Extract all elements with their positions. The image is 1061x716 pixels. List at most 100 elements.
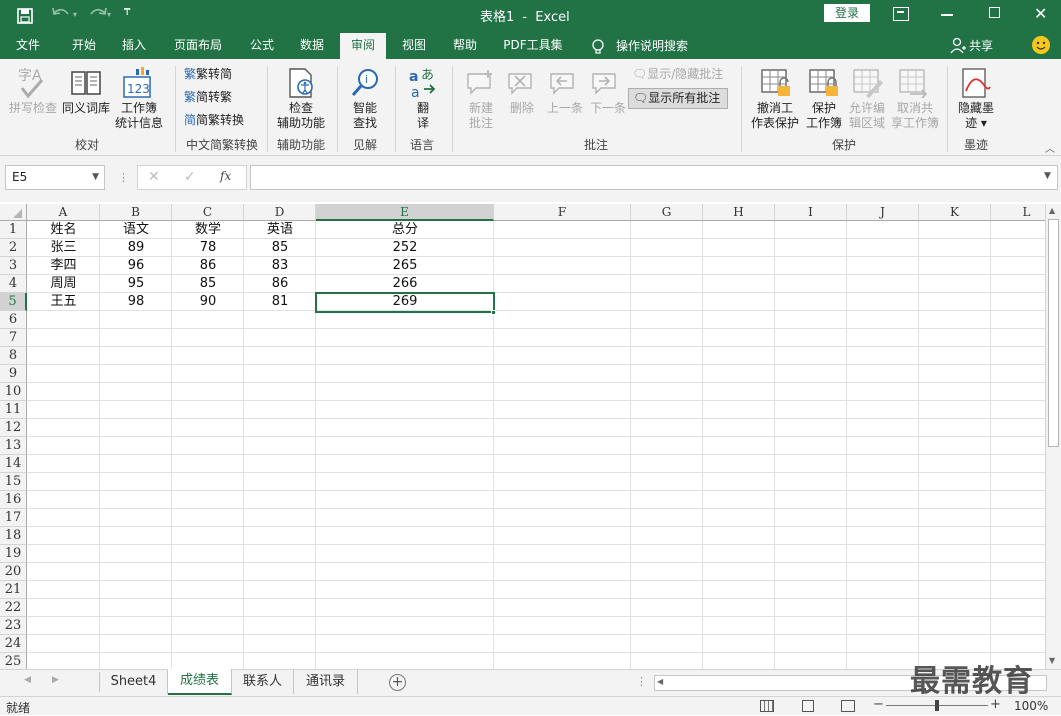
- tab-pdf-tools[interactable]: PDF工具集: [498, 33, 568, 59]
- scroll-up-icon[interactable]: ▲: [1049, 206, 1055, 215]
- row-header[interactable]: 22: [0, 599, 27, 617]
- redo-dropdown-icon[interactable]: ▾: [107, 10, 111, 19]
- smiley-icon[interactable]: [1032, 36, 1050, 54]
- simp-to-trad-button[interactable]: 繁简转繁: [184, 90, 244, 105]
- more-options-icon[interactable]: ⋮: [118, 171, 129, 184]
- previous-comment-button[interactable]: 上一条: [543, 101, 587, 116]
- tab-view[interactable]: 视图: [392, 33, 436, 59]
- column-header-i[interactable]: I: [775, 204, 847, 221]
- column-header-g[interactable]: G: [631, 204, 703, 221]
- tab-review[interactable]: 审阅: [340, 33, 386, 59]
- cell-d1[interactable]: 英语: [244, 221, 316, 239]
- check-accessibility-button[interactable]: 检查 辅助功能: [272, 101, 330, 131]
- scroll-down-icon[interactable]: ▼: [1049, 656, 1055, 665]
- row-header[interactable]: 14: [0, 455, 27, 473]
- name-box[interactable]: E5 ▼: [5, 165, 105, 190]
- column-header-l[interactable]: L: [991, 204, 1045, 221]
- cell-e1[interactable]: 总分: [316, 221, 494, 239]
- row-header[interactable]: 8: [0, 347, 27, 365]
- new-comment-button[interactable]: 新建 批注: [462, 101, 500, 131]
- row-header[interactable]: 21: [0, 581, 27, 599]
- row-header[interactable]: 7: [0, 329, 27, 347]
- workbook-statistics-button[interactable]: 工作簿 统计信息: [112, 101, 166, 131]
- cancel-icon[interactable]: ✕: [148, 169, 160, 185]
- show-all-comments-button[interactable]: 🗨显示所有批注: [628, 88, 728, 109]
- sheet-tab-sheet4[interactable]: Sheet4: [100, 670, 168, 694]
- cell-a5[interactable]: 王五: [27, 293, 100, 311]
- row-header[interactable]: 18: [0, 527, 27, 545]
- cell-c3[interactable]: 86: [172, 257, 244, 275]
- protect-workbook-button[interactable]: 保护 工作簿: [802, 101, 846, 131]
- prev-sheet-icon[interactable]: ◀: [24, 675, 31, 685]
- column-header-d[interactable]: D: [244, 204, 316, 221]
- cell-c4[interactable]: 85: [172, 275, 244, 293]
- row-header[interactable]: 2: [0, 239, 27, 257]
- cell-d2[interactable]: 85: [244, 239, 316, 257]
- convert-button[interactable]: 简简繁转换: [184, 113, 256, 128]
- customize-qat-icon[interactable]: ₸: [124, 7, 130, 18]
- tab-help[interactable]: 帮助: [443, 33, 487, 59]
- cell-c2[interactable]: 78: [172, 239, 244, 257]
- collapse-ribbon-icon[interactable]: ︿: [1045, 140, 1055, 155]
- cell-b3[interactable]: 96: [100, 257, 172, 275]
- row-header[interactable]: 15: [0, 473, 27, 491]
- cell-b1[interactable]: 语文: [100, 221, 172, 239]
- allow-edit-ranges-button[interactable]: 允许编 辑区域: [845, 101, 889, 131]
- row-header[interactable]: 1: [0, 221, 27, 239]
- zoom-level[interactable]: 100%: [1014, 699, 1048, 713]
- column-header-a[interactable]: A: [27, 204, 100, 221]
- login-button[interactable]: 登录: [824, 4, 870, 22]
- tell-me-search[interactable]: 操作说明搜索: [616, 37, 688, 54]
- scroll-thumb[interactable]: [1048, 219, 1059, 447]
- row-header[interactable]: 24: [0, 635, 27, 653]
- tab-data[interactable]: 数据: [290, 33, 334, 59]
- row-header[interactable]: 3: [0, 257, 27, 275]
- row-header[interactable]: 16: [0, 491, 27, 509]
- zoom-slider-thumb[interactable]: [935, 700, 939, 711]
- enter-icon[interactable]: ✓: [184, 169, 196, 185]
- next-sheet-icon[interactable]: ▶: [52, 675, 59, 685]
- zoom-out-icon[interactable]: −: [873, 697, 884, 712]
- sheet-tab-scores[interactable]: 成绩表: [168, 669, 232, 695]
- cell-e3[interactable]: 265: [316, 257, 494, 275]
- cell-a4[interactable]: 周周: [27, 275, 100, 293]
- redo-icon[interactable]: [85, 5, 109, 25]
- row-header[interactable]: 9: [0, 365, 27, 383]
- row-header[interactable]: 6: [0, 311, 27, 329]
- row-header[interactable]: 23: [0, 617, 27, 635]
- sheet-tab-contacts[interactable]: 联系人: [232, 670, 294, 694]
- fill-handle[interactable]: [491, 310, 496, 315]
- minimize-icon[interactable]: [941, 14, 953, 16]
- undo-icon[interactable]: [50, 5, 74, 25]
- add-sheet-icon[interactable]: +: [389, 674, 406, 691]
- vertical-scrollbar[interactable]: ▲ ▼: [1045, 204, 1061, 669]
- maximize-icon[interactable]: [989, 7, 1000, 18]
- cell-b4[interactable]: 95: [100, 275, 172, 293]
- cell-a2[interactable]: 张三: [27, 239, 100, 257]
- cell-b5[interactable]: 98: [100, 293, 172, 311]
- row-header[interactable]: 13: [0, 437, 27, 455]
- column-header-j[interactable]: J: [847, 204, 919, 221]
- expand-formula-bar-icon[interactable]: ▼: [1044, 171, 1051, 181]
- row-header[interactable]: 10: [0, 383, 27, 401]
- unprotect-sheet-button[interactable]: 撤消工 作表保护: [749, 101, 801, 131]
- cell-a1[interactable]: 姓名: [27, 221, 100, 239]
- row-header[interactable]: 20: [0, 563, 27, 581]
- cell-e4[interactable]: 266: [316, 275, 494, 293]
- column-header-c[interactable]: C: [172, 204, 244, 221]
- insert-function-icon[interactable]: fx: [220, 169, 231, 183]
- smart-lookup-button[interactable]: 智能 查找: [343, 101, 387, 131]
- tab-file[interactable]: 文件: [6, 33, 50, 59]
- cell-d5[interactable]: 81: [244, 293, 316, 311]
- row-header[interactable]: 5: [0, 293, 27, 311]
- spelling-button[interactable]: 拼写检查: [8, 101, 58, 116]
- save-icon[interactable]: [16, 7, 34, 25]
- split-handle-icon[interactable]: ⋮: [636, 675, 647, 688]
- row-header[interactable]: 19: [0, 545, 27, 563]
- row-header[interactable]: 12: [0, 419, 27, 437]
- select-all-corner[interactable]: [0, 204, 27, 221]
- cell-e2[interactable]: 252: [316, 239, 494, 257]
- page-break-view-icon[interactable]: [841, 700, 855, 712]
- tab-home[interactable]: 开始: [62, 33, 106, 59]
- column-header-e[interactable]: E: [316, 204, 494, 221]
